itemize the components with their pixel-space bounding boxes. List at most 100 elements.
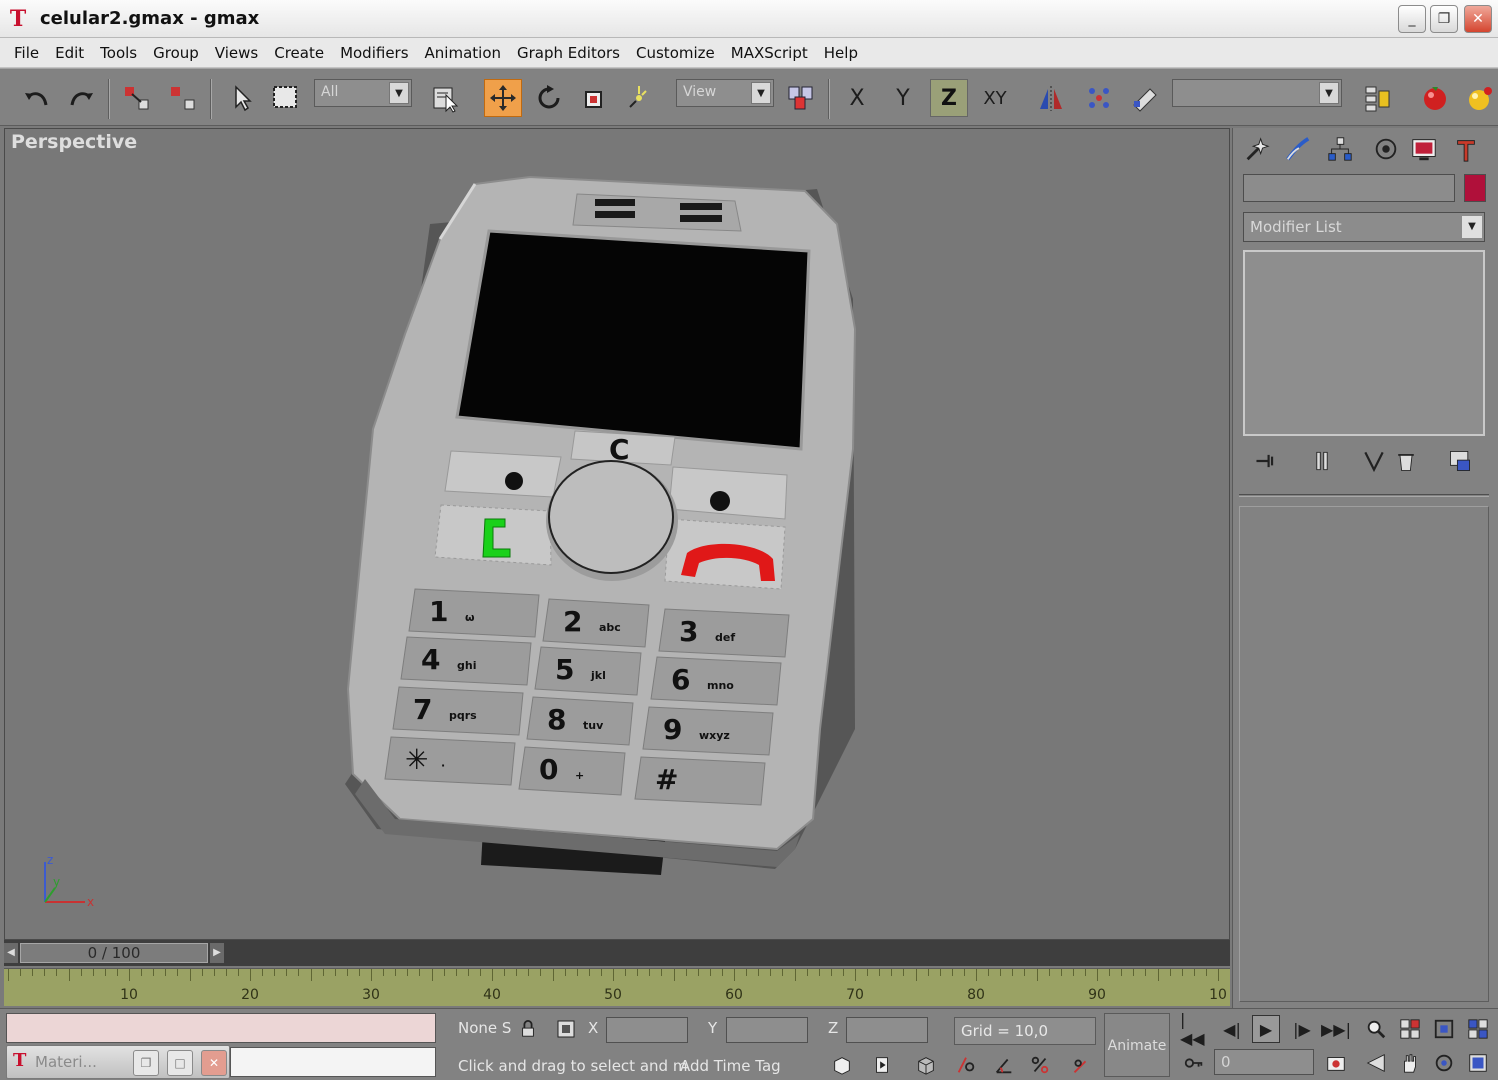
pin-stack-icon[interactable] <box>1249 446 1283 476</box>
modifier-list-dropdown[interactable]: Modifier List ▼ <box>1243 212 1485 242</box>
phone-model[interactable]: C 1 ω 2 abc 3 def4 ghi 5 jkl 6 mno7 pqrs 8 tuv 9 wxyz✳ ·… <box>5 129 1230 940</box>
go-to-end-icon[interactable]: ▶▶| <box>1321 1015 1351 1043</box>
viewport-shading-icon[interactable] <box>828 1051 856 1079</box>
previous-frame-icon[interactable]: ◀| <box>1218 1015 1246 1043</box>
select-by-name-icon[interactable] <box>426 79 464 117</box>
align-icon[interactable] <box>1126 79 1164 117</box>
perspective-viewport[interactable]: C 1 ω 2 abc 3 def 4 ghi 5 jkl 6 mno 7 pqrs 8 tuv 9 wxyz ✳ ·… <box>4 128 1230 940</box>
menu-graph-editors[interactable]: Graph Editors <box>509 44 628 62</box>
maximize-icon[interactable]: □ <box>167 1050 193 1076</box>
keypad-key[interactable] <box>534 646 642 696</box>
z-coord-field[interactable] <box>846 1017 928 1043</box>
menu-group[interactable]: Group <box>145 44 207 62</box>
degradation-override-icon[interactable] <box>868 1051 896 1079</box>
restrict-x-button[interactable]: X <box>838 79 876 117</box>
time-slider-handle[interactable]: 0 / 100 <box>20 943 208 963</box>
select-and-link-icon[interactable] <box>118 79 156 117</box>
menu-file[interactable]: File <box>6 44 47 62</box>
previous-frame-arrow-icon[interactable]: ◀ <box>4 943 18 963</box>
object-name-field[interactable] <box>1243 174 1455 202</box>
gmax-logo-icon[interactable]: T <box>6 6 30 32</box>
next-frame-icon[interactable]: |▶ <box>1288 1015 1316 1043</box>
restrict-z-button[interactable]: Z <box>930 79 968 117</box>
named-selection-dropdown[interactable]: ▼ <box>1172 79 1342 107</box>
minimized-material-editor[interactable]: T Materi... ❐ □ ✕ <box>6 1045 230 1079</box>
restrict-y-button[interactable]: Y <box>884 79 922 117</box>
snap-toggle-icon[interactable] <box>952 1051 980 1079</box>
absolute-mode-icon[interactable] <box>552 1015 580 1043</box>
menu-create[interactable]: Create <box>266 44 332 62</box>
material-editor-icon[interactable] <box>1416 79 1454 117</box>
hierarchy-icon[interactable] <box>1323 132 1357 166</box>
make-unique-icon[interactable] <box>1357 446 1391 476</box>
utilities-icon[interactable] <box>1449 132 1483 166</box>
add-time-tag-button[interactable]: Add Time Tag <box>680 1057 781 1075</box>
x-coord-field[interactable] <box>606 1017 688 1043</box>
field-of-view-icon[interactable] <box>1362 1049 1390 1077</box>
restore-button[interactable]: ❐ <box>1430 5 1458 33</box>
create-icon[interactable] <box>1239 132 1273 166</box>
menu-customize[interactable]: Customize <box>628 44 723 62</box>
minimize-button[interactable]: _ <box>1398 5 1426 33</box>
zoom-all-icon[interactable] <box>1396 1015 1424 1043</box>
render-scene-icon[interactable] <box>1460 79 1498 117</box>
menu-animation[interactable]: Animation <box>417 44 509 62</box>
spinner-snap-icon[interactable] <box>1066 1051 1094 1079</box>
pivot-center-icon[interactable] <box>782 79 820 117</box>
modify-icon[interactable] <box>1281 132 1315 166</box>
menu-edit[interactable]: Edit <box>47 44 92 62</box>
select-object-icon[interactable] <box>222 79 260 117</box>
mirror-icon[interactable] <box>1032 79 1070 117</box>
remove-modifier-icon[interactable] <box>1389 446 1423 476</box>
time-configuration-icon[interactable] <box>1322 1049 1350 1077</box>
time-slider[interactable]: ◀ 0 / 100 ▶ <box>4 940 1230 966</box>
menu-tools[interactable]: Tools <box>92 44 145 62</box>
layers-icon[interactable] <box>1358 79 1396 117</box>
array-icon[interactable] <box>1080 79 1118 117</box>
keypad-key[interactable] <box>542 598 650 648</box>
keypad-key[interactable] <box>518 746 626 796</box>
select-and-manipulate-icon[interactable] <box>620 79 658 117</box>
redo-icon[interactable] <box>62 79 100 117</box>
reference-coord-dropdown[interactable]: View ▼ <box>676 79 774 107</box>
close-icon[interactable]: ✕ <box>201 1050 227 1076</box>
pan-hand-icon[interactable] <box>1396 1049 1424 1077</box>
restore-icon[interactable]: ❐ <box>133 1050 159 1076</box>
percent-snap-icon[interactable] <box>1026 1051 1054 1079</box>
display-icon[interactable] <box>1407 132 1441 166</box>
menu-maxscript[interactable]: MAXScript <box>723 44 816 62</box>
next-frame-arrow-icon[interactable]: ▶ <box>210 943 224 963</box>
keypad-key[interactable] <box>526 696 634 746</box>
current-frame-field[interactable]: 0 <box>1214 1049 1314 1075</box>
object-color-swatch[interactable] <box>1464 174 1486 202</box>
select-and-move-icon[interactable] <box>484 79 522 117</box>
menu-help[interactable]: Help <box>816 44 866 62</box>
animate-button[interactable]: Animate <box>1104 1013 1170 1077</box>
play-icon[interactable]: ▶ <box>1252 1015 1280 1043</box>
close-button[interactable]: ✕ <box>1464 5 1492 33</box>
motion-icon[interactable] <box>1369 132 1403 166</box>
zoom-extents-icon[interactable] <box>1430 1015 1458 1043</box>
y-coord-field[interactable] <box>726 1017 808 1043</box>
select-and-rotate-icon[interactable] <box>530 79 568 117</box>
modifier-stack-list[interactable] <box>1243 250 1485 436</box>
angle-snap-icon[interactable] <box>990 1051 1018 1079</box>
zoom-icon[interactable] <box>1362 1015 1390 1043</box>
menu-views[interactable]: Views <box>207 44 266 62</box>
maximize-viewport-icon[interactable] <box>1464 1049 1492 1077</box>
lock-selection-icon[interactable] <box>514 1015 542 1043</box>
menu-modifiers[interactable]: Modifiers <box>332 44 416 62</box>
track-bar[interactable]: 10 20 30 40 50 60 70 80 90 10 <box>4 968 1230 1006</box>
undo-icon[interactable] <box>18 79 56 117</box>
configure-modifier-sets-icon[interactable] <box>1443 446 1477 476</box>
arc-rotate-icon[interactable] <box>1430 1049 1458 1077</box>
rectangular-selection-icon[interactable] <box>266 79 304 117</box>
selection-filter-dropdown[interactable]: All ▼ <box>314 79 412 107</box>
go-to-start-icon[interactable]: |◀◀ <box>1180 1010 1208 1048</box>
unlink-selection-icon[interactable] <box>164 79 202 117</box>
maxscript-listener-input[interactable] <box>230 1047 436 1077</box>
box-mode-icon[interactable] <box>912 1051 940 1079</box>
restrict-xy-button[interactable]: XY <box>976 79 1014 117</box>
zoom-extents-all-icon[interactable] <box>1464 1015 1492 1043</box>
show-end-result-icon[interactable] <box>1305 446 1339 476</box>
